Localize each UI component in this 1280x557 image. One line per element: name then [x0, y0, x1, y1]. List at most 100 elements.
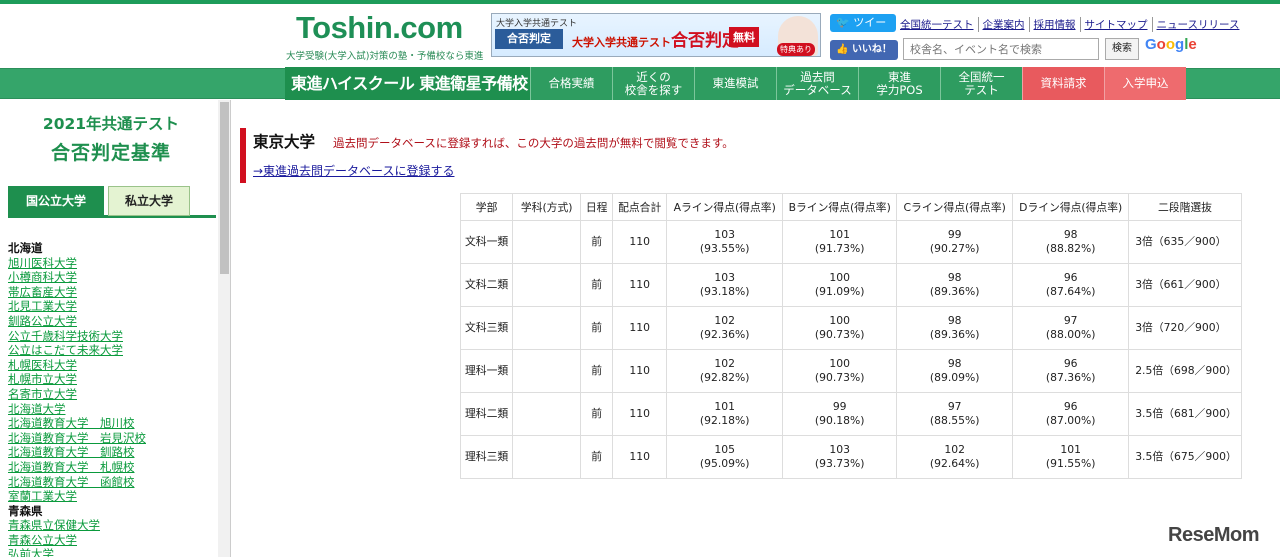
- university-link[interactable]: 公立はこだて未来大学: [8, 343, 146, 358]
- university-link[interactable]: 北海道大学: [8, 402, 146, 417]
- sidebar-scrollbar[interactable]: [218, 100, 230, 557]
- cell-text: 99: [947, 228, 962, 241]
- cell-text: (89.36%): [929, 285, 980, 298]
- university-link[interactable]: 公立千歳科学技術大学: [8, 329, 146, 344]
- link-news[interactable]: ニュースリリース: [1157, 17, 1244, 32]
- cell-text: 3倍（635／900）: [1135, 235, 1227, 248]
- link-company[interactable]: 企業案内: [983, 17, 1030, 32]
- cell-text: 理科一類: [465, 364, 509, 377]
- table-cell: 3倍（661／900）: [1128, 263, 1242, 307]
- nav-item[interactable]: 資料請求: [1022, 67, 1104, 100]
- university-link[interactable]: 弘前大学: [8, 547, 146, 557]
- main-nav: 東進ハイスクール 東進衛星予備校 合格実績 近くの 校舎を探す 東進模試 過去問 デー…: [285, 67, 1186, 100]
- sidebar-title-line2: 合否判定基準: [50, 142, 171, 164]
- tab-private-university[interactable]: 私立大学: [108, 186, 190, 216]
- table-cell: 110: [612, 392, 668, 436]
- table-cell: 文科三類: [459, 306, 514, 350]
- table-cell: 前: [580, 306, 614, 350]
- cell-text: 110: [629, 407, 650, 420]
- university-link[interactable]: 北海道教育大学 札幌校: [8, 460, 146, 475]
- cell-text: 102: [944, 443, 965, 456]
- register-link[interactable]: →東進過去問データベースに登録する: [253, 162, 454, 179]
- link-national-test[interactable]: 全国統一テスト: [900, 17, 979, 32]
- table-row: 理科二類前 110 101 (92.18%) 99 (90.18%) 97 (88.55%) 9…: [459, 392, 1242, 436]
- nav-item[interactable]: 近くの 校舎を探す: [612, 67, 694, 100]
- nav-item[interactable]: 入学申込: [1104, 67, 1186, 100]
- site-logo[interactable]: Toshin.com: [296, 10, 463, 46]
- promo-banner[interactable]: 大学入学共通テスト 合否判定 大学入学共通テスト合否判定 無料 特典あり: [491, 13, 821, 57]
- university-link[interactable]: 青森公立大学: [8, 533, 146, 548]
- university-link[interactable]: 北海道教育大学 釧路校: [8, 445, 146, 460]
- table-cell: 100 (91.09%): [782, 263, 898, 307]
- search-input[interactable]: [903, 38, 1099, 60]
- university-link[interactable]: 北海道教育大学 岩見沢校: [8, 431, 146, 446]
- facebook-like-button[interactable]: 👍 いいね！: [830, 40, 898, 60]
- table-header-cell: 二段階選抜: [1128, 193, 1242, 221]
- university-link[interactable]: 帯広畜産大学: [8, 285, 146, 300]
- university-link[interactable]: 札幌医科大学: [8, 358, 146, 373]
- cell-text: 110: [629, 235, 650, 248]
- google-letter: o: [1156, 36, 1166, 53]
- university-link[interactable]: 青森県立保健大学: [8, 518, 146, 533]
- cell-text: 98: [947, 357, 962, 370]
- prefecture-heading: 北海道: [8, 241, 43, 255]
- google-letter: G: [1145, 36, 1157, 53]
- google-letter: e: [1188, 36, 1197, 53]
- cell-text: 3倍（720／900）: [1135, 321, 1227, 334]
- table-cell: 文科二類: [459, 263, 514, 307]
- criteria-table: 学部 学科(方式) 日程 配点合計 Aライン得点(得点率) Bライン得点(得点率) Cライン…: [459, 193, 1242, 479]
- cell-text: 3.5倍（675／900）: [1135, 450, 1237, 463]
- tweet-button[interactable]: 🐦 ツイート: [830, 14, 896, 47]
- sidebar-title: 2021年共通テスト 合否判定基準: [0, 112, 222, 165]
- tab-national-university[interactable]: 国公立大学: [8, 186, 104, 216]
- cell-text: 99: [832, 400, 847, 413]
- table-cell: 101 (91.55%): [1012, 435, 1130, 479]
- table-cell: 100 (90.73%): [782, 349, 898, 393]
- nav-item[interactable]: 全国統一 テスト: [940, 67, 1022, 100]
- table-cell: 3倍（720／900）: [1128, 306, 1242, 350]
- scrollbar-thumb[interactable]: [220, 102, 229, 274]
- table-row: 文科一類前 110 103 (93.55%) 101 (91.73%) 99 (90.27%)…: [459, 220, 1242, 264]
- table-cell: 103 (93.18%): [666, 263, 784, 307]
- cell-text: (93.18%): [699, 285, 750, 298]
- university-link[interactable]: 小樽商科大学: [8, 270, 146, 285]
- link-recruit[interactable]: 採用情報: [1034, 17, 1081, 32]
- university-link[interactable]: 室蘭工業大学: [8, 489, 146, 504]
- cell-text: 98: [947, 271, 962, 284]
- like-label: いいね！: [851, 44, 892, 55]
- table-cell: 2.5倍（698／900）: [1128, 349, 1242, 393]
- table-header-cell: Dライン得点(得点率): [1012, 193, 1130, 221]
- table-header-cell: 配点合計: [612, 193, 668, 221]
- table-cell: 3.5倍（675／900）: [1128, 435, 1242, 479]
- cell-text: 文科二類: [465, 278, 509, 291]
- university-link[interactable]: 北見工業大学: [8, 299, 146, 314]
- link-sitemap[interactable]: サイトマップ: [1085, 17, 1153, 32]
- nav-item[interactable]: 東進 学力POS: [858, 67, 940, 100]
- table-row: 理科三類前 110 105 (95.09%) 103 (93.73%) 102 (92.64%…: [459, 435, 1242, 479]
- table-cell: [512, 349, 582, 393]
- google-letter: o: [1165, 36, 1176, 53]
- university-link[interactable]: 名寄市立大学: [8, 387, 146, 402]
- banner-small-text: 大学入学共通テスト: [496, 19, 578, 29]
- nav-item[interactable]: 合格実績: [530, 67, 612, 100]
- google-letter: g: [1175, 36, 1185, 53]
- search-button[interactable]: 検索: [1105, 38, 1139, 60]
- nav-brand[interactable]: 東進ハイスクール 東進衛星予備校: [285, 67, 530, 100]
- table-cell: 102 (92.36%): [666, 306, 784, 350]
- table-cell: 110: [612, 306, 668, 350]
- table-header-row: 学部 学科(方式) 日程 配点合計 Aライン得点(得点率) Bライン得点(得点率) Cライン…: [459, 193, 1242, 221]
- university-link[interactable]: 札幌市立大学: [8, 372, 146, 387]
- cell-text: (95.09%): [699, 457, 750, 470]
- cell-text: 97: [947, 400, 962, 413]
- cell-text: 前: [591, 407, 603, 420]
- nav-item[interactable]: 過去問 データベース: [776, 67, 858, 100]
- university-link[interactable]: 北海道教育大学 旭川校: [8, 416, 146, 431]
- university-link[interactable]: 北海道教育大学 函館校: [8, 475, 146, 490]
- university-link[interactable]: 釧路公立大学: [8, 314, 146, 329]
- nav-item[interactable]: 東進模試: [694, 67, 776, 100]
- table-cell: 98 (89.36%): [896, 306, 1014, 350]
- table-row: 理科一類前 110 102 (92.82%) 100 (90.73%) 98 (89.09%)…: [459, 349, 1242, 393]
- cell-text: 110: [629, 278, 650, 291]
- university-link[interactable]: 旭川医科大学: [8, 256, 146, 271]
- table-cell: 110: [612, 349, 668, 393]
